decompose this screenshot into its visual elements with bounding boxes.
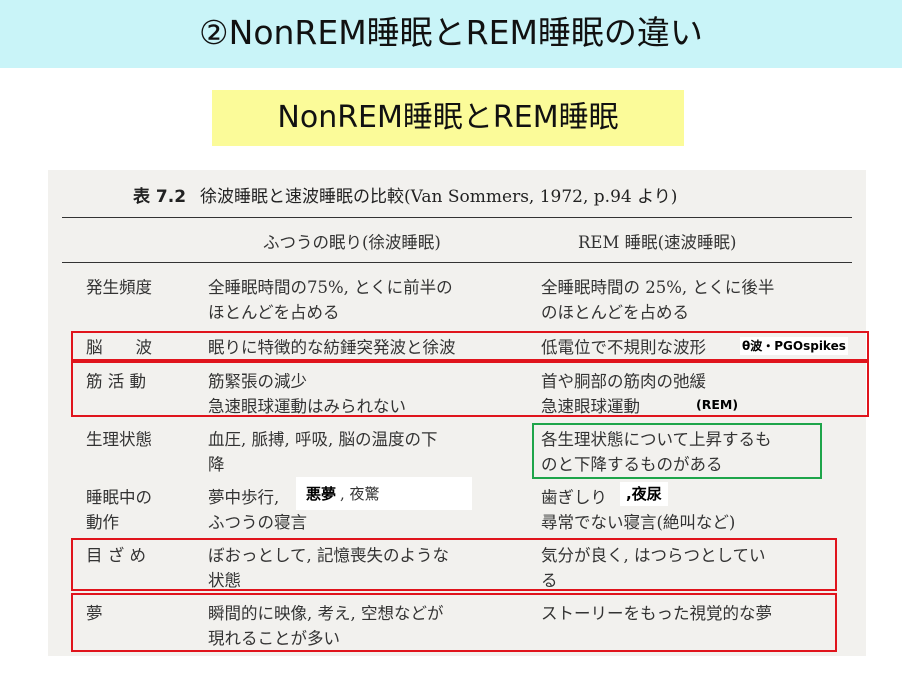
note-nightmare: 悪夢 [306,485,337,503]
row-nonrem-text: 血圧, 脈搏, 呼吸, 脳の温度の下 [208,430,438,449]
note-rem: (REM) [696,397,739,412]
column-header-nonrem: ふつうの眠り(徐波睡眠) [263,233,441,252]
highlight-box-physiology [532,423,822,479]
row-label: 動作 [86,513,119,532]
row-label: 発生頻度 [86,278,152,297]
row-nonrem-text: 降 [208,455,225,474]
note-night-terror: , 夜驚 [340,485,380,503]
row-nonrem-text: ほとんどを占める [208,303,340,322]
row-label: 睡眠中の [86,488,152,507]
highlight-box-muscle [71,361,869,417]
table-caption-text: 徐波睡眠と速波睡眠の比較(Van Sommers, 1972, p.94 より) [200,187,678,207]
note-theta-pgo: θ波・PGOspikes [740,337,848,355]
table-number: 表 7.2 [133,187,187,207]
row-nonrem-text: ふつうの寝言 [208,513,307,532]
top-rule [62,217,852,218]
title-banner: ②NonREM睡眠とREM睡眠の違い [0,0,902,68]
note-nightmare-box: 悪夢 , 夜驚 [296,477,472,510]
row-rem-text: のほとんどを占める [541,303,690,322]
note-bedwetting: ,夜尿 [620,482,668,506]
row-rem-text: 全睡眠時間の 25%, とくに後半 [541,278,775,297]
column-header-rem: REM 睡眠(速波睡眠) [578,233,737,252]
row-label: 生理状態 [86,430,152,449]
row-rem-text: 歯ぎしり [541,488,607,507]
header-rule [62,262,852,263]
row-rem-text: 尋常でない寝言(絶叫など) [541,513,736,532]
row-nonrem-text: 夢中歩行, [208,488,280,507]
table-caption: 表 7.2 徐波睡眠と速波睡眠の比較(Van Sommers, 1972, p.9… [133,182,677,207]
slide-title: ②NonREM睡眠とREM睡眠の違い [199,13,703,52]
highlight-box-dream [71,593,837,652]
row-nonrem-text: 全睡眠時間の75%, とくに前半の [208,278,453,297]
highlight-box-awakening [71,538,837,591]
slide-subtitle: NonREM睡眠とREM睡眠 [212,90,684,146]
